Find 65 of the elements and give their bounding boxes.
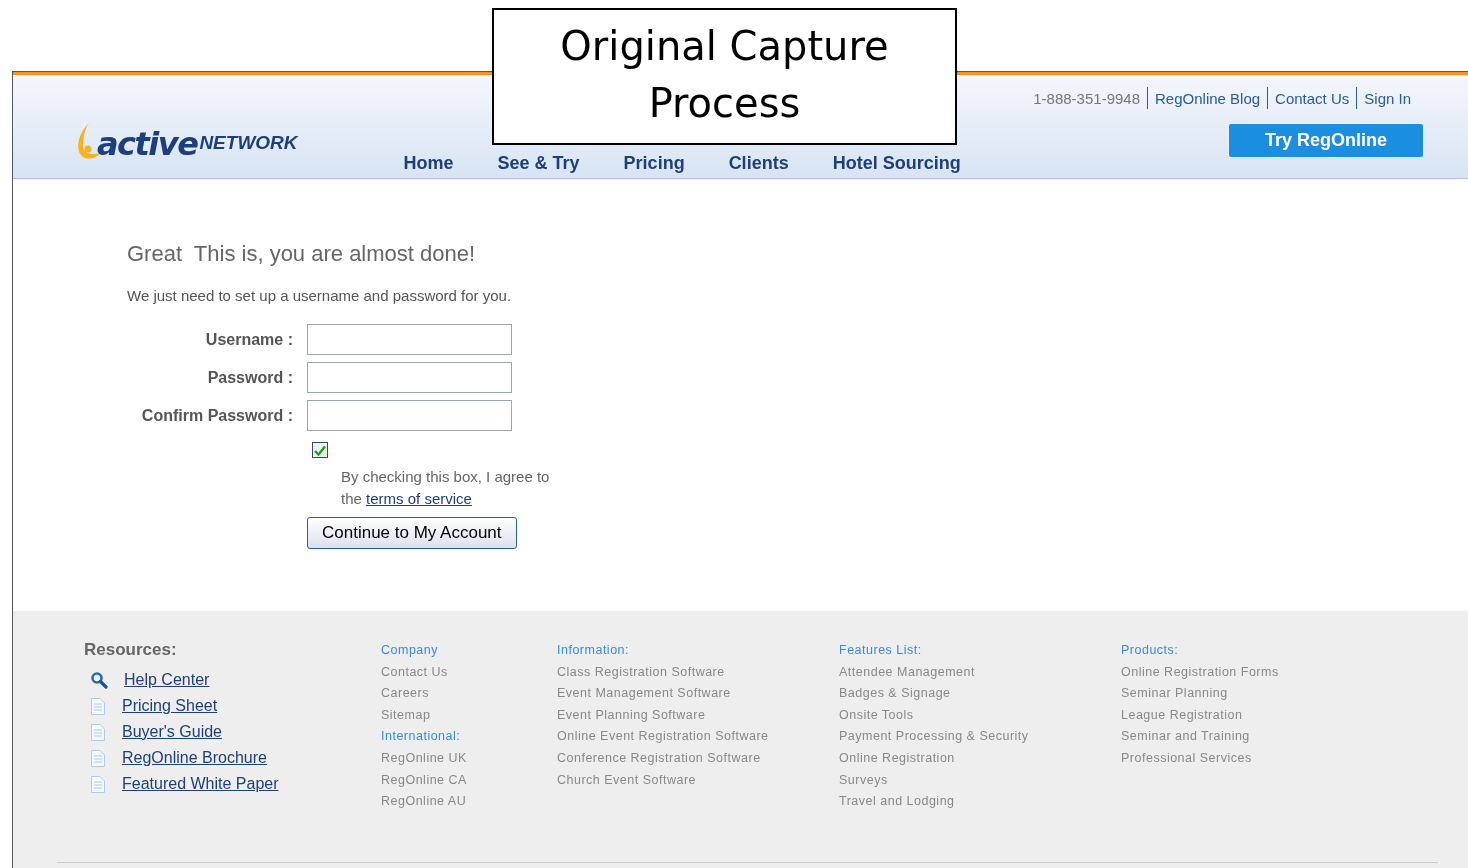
document-icon xyxy=(90,774,106,794)
footer-link[interactable]: Sitemap xyxy=(381,704,557,727)
footer-link[interactable]: RegOnline UK xyxy=(381,747,557,770)
footer-heading: International: xyxy=(381,728,462,746)
resources-heading: Resources: xyxy=(84,640,178,660)
agree-checkbox[interactable] xyxy=(312,442,328,458)
footer-link[interactable]: Surveys xyxy=(839,769,1121,792)
footer-heading: Products: xyxy=(1121,642,1180,659)
document-icon xyxy=(90,696,106,716)
footer-link[interactable]: Conference Registration Software xyxy=(557,747,839,770)
footer-link[interactable]: Online Registration xyxy=(839,747,1121,770)
page-heading: Great This is, you are almost done! xyxy=(127,241,477,267)
resource-link[interactable]: Help Center xyxy=(124,671,210,689)
footer-heading: Features List: xyxy=(839,642,923,659)
footer-link[interactable]: Online Event Registration Software xyxy=(557,726,839,748)
footer-link[interactable]: Contact Us xyxy=(381,661,557,684)
footer-link[interactable]: RegOnline CA xyxy=(381,769,557,792)
resource-link[interactable]: Featured White Paper xyxy=(122,775,279,793)
footer-link[interactable]: Payment Processing & Security xyxy=(839,726,1121,748)
input-field[interactable] xyxy=(307,362,512,393)
agreement-text: By checking this box, I agree to the terms of service xyxy=(341,467,551,509)
input-field[interactable] xyxy=(307,324,512,355)
logo-subtitle: NETWORK xyxy=(199,131,298,155)
intro-text: We just need to set up a username and password for you. xyxy=(127,287,513,304)
footer-link[interactable]: Class Registration Software xyxy=(557,661,839,684)
nav-link[interactable]: See & Try xyxy=(497,152,580,174)
footer-link[interactable]: Badges & Signage xyxy=(839,683,1121,705)
footer-link[interactable]: Seminar and Training xyxy=(1121,726,1279,748)
caption-box: Original Capture Process xyxy=(492,8,957,145)
top-link[interactable]: RegOnline Blog xyxy=(1155,89,1261,107)
field-label: Confirm Password : xyxy=(140,406,293,425)
footer-link[interactable]: Event Management Software xyxy=(557,683,839,705)
phone-number: 1-888-351-9948 xyxy=(1033,89,1140,107)
terms-link[interactable]: terms of service xyxy=(366,490,472,507)
input-field[interactable] xyxy=(307,400,512,431)
footer-link[interactable]: Online Registration Forms xyxy=(1121,661,1279,684)
footer-link[interactable]: Event Planning Software xyxy=(557,704,839,727)
top-link[interactable]: Sign In xyxy=(1364,89,1411,107)
logo-wordmark[interactable]: active xyxy=(97,127,198,161)
nav-link[interactable]: Clients xyxy=(728,152,789,174)
footer-link[interactable]: Travel and Lodging xyxy=(839,791,1121,813)
resource-link[interactable]: Buyer's Guide xyxy=(122,723,222,741)
footer-heading: Information: xyxy=(557,642,630,659)
search-icon xyxy=(90,671,108,689)
footer-link[interactable]: Professional Services xyxy=(1121,747,1279,770)
footer-heading: Company xyxy=(381,642,439,659)
footer-link[interactable]: RegOnline AU xyxy=(381,791,557,813)
nav-link[interactable]: Home xyxy=(403,152,454,174)
document-icon xyxy=(90,748,106,768)
resource-link[interactable]: RegOnline Brochure xyxy=(122,749,267,767)
top-link[interactable]: Contact Us xyxy=(1275,89,1350,107)
try-button[interactable]: Try RegOnline xyxy=(1228,123,1424,158)
field-label: Password : xyxy=(206,368,293,387)
resource-link[interactable]: Pricing Sheet xyxy=(122,697,218,715)
footer-link[interactable]: Careers xyxy=(381,683,557,705)
footer-link[interactable]: Attendee Management xyxy=(839,661,1121,684)
footer-link[interactable]: Church Event Software xyxy=(557,769,839,792)
document-icon xyxy=(90,722,106,742)
continue-button[interactable]: Continue to My Account xyxy=(307,517,517,549)
nav-link[interactable]: Hotel Sourcing xyxy=(832,152,961,174)
footer-link[interactable]: Seminar Planning xyxy=(1121,683,1279,705)
field-label: Username : xyxy=(204,330,293,349)
footer-link[interactable]: Onsite Tools xyxy=(839,704,1121,727)
footer-link[interactable]: League Registration xyxy=(1121,704,1279,727)
nav-link[interactable]: Pricing xyxy=(623,152,685,174)
